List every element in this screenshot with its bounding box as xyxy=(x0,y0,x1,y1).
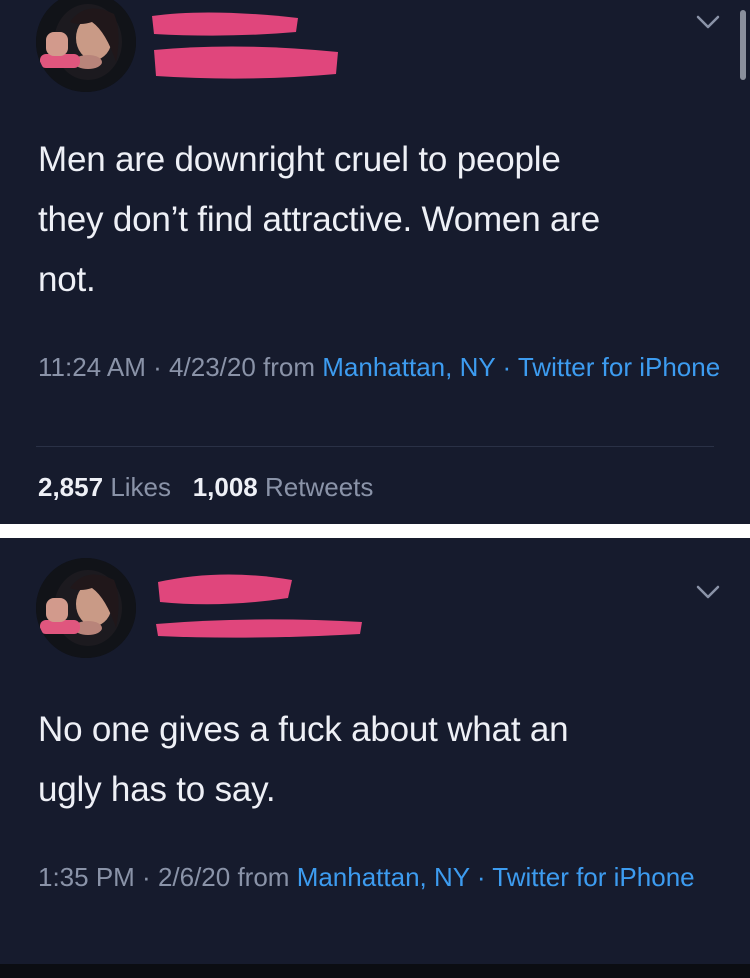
tweet-text: Men are downright cruel to people they d… xyxy=(38,140,600,299)
tweet-text: No one gives a fuck about what an ugly h… xyxy=(38,710,569,809)
avatar[interactable] xyxy=(36,558,136,658)
tweet-card: Men are downright cruel to people they d… xyxy=(0,0,750,524)
tweet-date: 2/6/20 xyxy=(157,862,231,892)
client-link[interactable]: Twitter for iPhone xyxy=(492,862,694,892)
client-link[interactable]: Twitter for iPhone xyxy=(518,352,720,382)
tweet-date: 4/23/20 xyxy=(169,352,256,382)
tweet-card: No one gives a fuck about what an ugly h… xyxy=(0,538,750,964)
redacted-username xyxy=(148,42,343,82)
tweet-time: 11:24 AM xyxy=(38,352,146,382)
retweets-label[interactable]: Retweets xyxy=(265,472,373,502)
redacted-display-name xyxy=(152,568,297,610)
chevron-down-icon[interactable] xyxy=(694,582,722,602)
tweet-meta: 1:35 PM · 2/6/20 from Manhattan, NY · Tw… xyxy=(38,862,695,892)
scrollbar[interactable] xyxy=(740,10,746,80)
likes-count[interactable]: 2,857 xyxy=(38,472,103,502)
redacted-username xyxy=(152,614,367,642)
bottom-edge xyxy=(0,964,750,978)
likes-label[interactable]: Likes xyxy=(110,472,171,502)
divider xyxy=(36,446,714,447)
tweet-meta: 11:24 AM · 4/23/20 from Manhattan, NY · … xyxy=(38,352,721,382)
avatar[interactable] xyxy=(36,0,136,92)
profile-photo xyxy=(36,0,136,92)
profile-photo xyxy=(36,558,136,658)
tweet-stats: 2,857 Likes 1,008 Retweets xyxy=(38,468,373,506)
tweet-time: 1:35 PM xyxy=(38,862,135,892)
retweets-count[interactable]: 1,008 xyxy=(193,472,258,502)
chevron-down-icon[interactable] xyxy=(694,12,722,32)
redacted-display-name xyxy=(148,6,303,40)
location-link[interactable]: Manhattan, NY xyxy=(297,862,470,892)
location-link[interactable]: Manhattan, NY xyxy=(322,352,495,382)
